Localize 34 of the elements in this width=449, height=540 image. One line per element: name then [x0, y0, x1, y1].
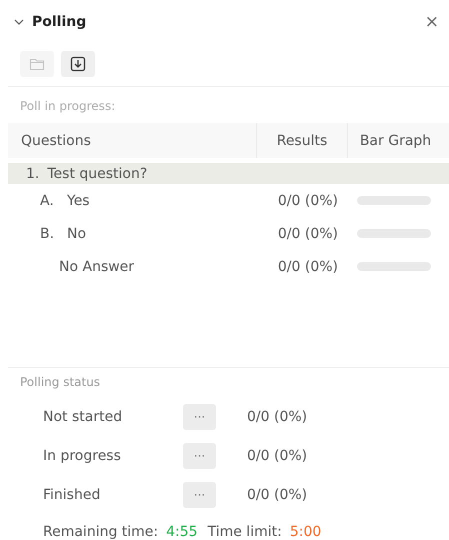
- status-result: 0/0 (0%): [247, 448, 308, 464]
- status-result: 0/0 (0%): [247, 487, 308, 503]
- column-header: Results: [256, 123, 347, 158]
- close-button[interactable]: ×: [424, 14, 439, 30]
- column-header: Bar Graph: [347, 123, 443, 158]
- question-number: 1.: [26, 166, 40, 182]
- question-row[interactable]: 1. Test question?: [8, 163, 449, 184]
- more-button[interactable]: ···: [183, 482, 216, 508]
- more-button[interactable]: ···: [183, 443, 216, 469]
- remaining-time: 4:55: [166, 524, 198, 540]
- section-label: Poll in progress:: [19, 98, 116, 115]
- folder-icon: [29, 57, 45, 71]
- answer-text: No: [67, 226, 86, 242]
- status-label: In progress: [42, 448, 122, 464]
- column-header: Questions: [20, 132, 92, 150]
- time-limit: 5:00: [290, 524, 322, 540]
- status-result: 0/0 (0%): [247, 409, 308, 425]
- panel-title: Polling: [32, 14, 88, 30]
- result-text: 0/0 (0%): [276, 192, 338, 208]
- status-label: Finished: [42, 487, 102, 503]
- question-text: Test question?: [47, 166, 148, 182]
- result-text: 0/0 (0%): [276, 258, 338, 274]
- answer-letter: B.: [40, 226, 56, 242]
- time-limit-label: Time limit:: [208, 524, 282, 540]
- result-text: 0/0 (0%): [276, 226, 338, 242]
- answer-text: No Answer: [59, 258, 134, 274]
- remaining-label: Remaining time:: [43, 524, 158, 540]
- section-label: Polling status: [19, 374, 102, 391]
- more-button[interactable]: ···: [183, 404, 216, 430]
- status-label: Not started: [42, 409, 124, 425]
- download-icon: [70, 56, 86, 72]
- answer-text: Yes: [67, 192, 90, 208]
- download-button[interactable]: [61, 51, 95, 77]
- answer-letter: A.: [40, 192, 55, 208]
